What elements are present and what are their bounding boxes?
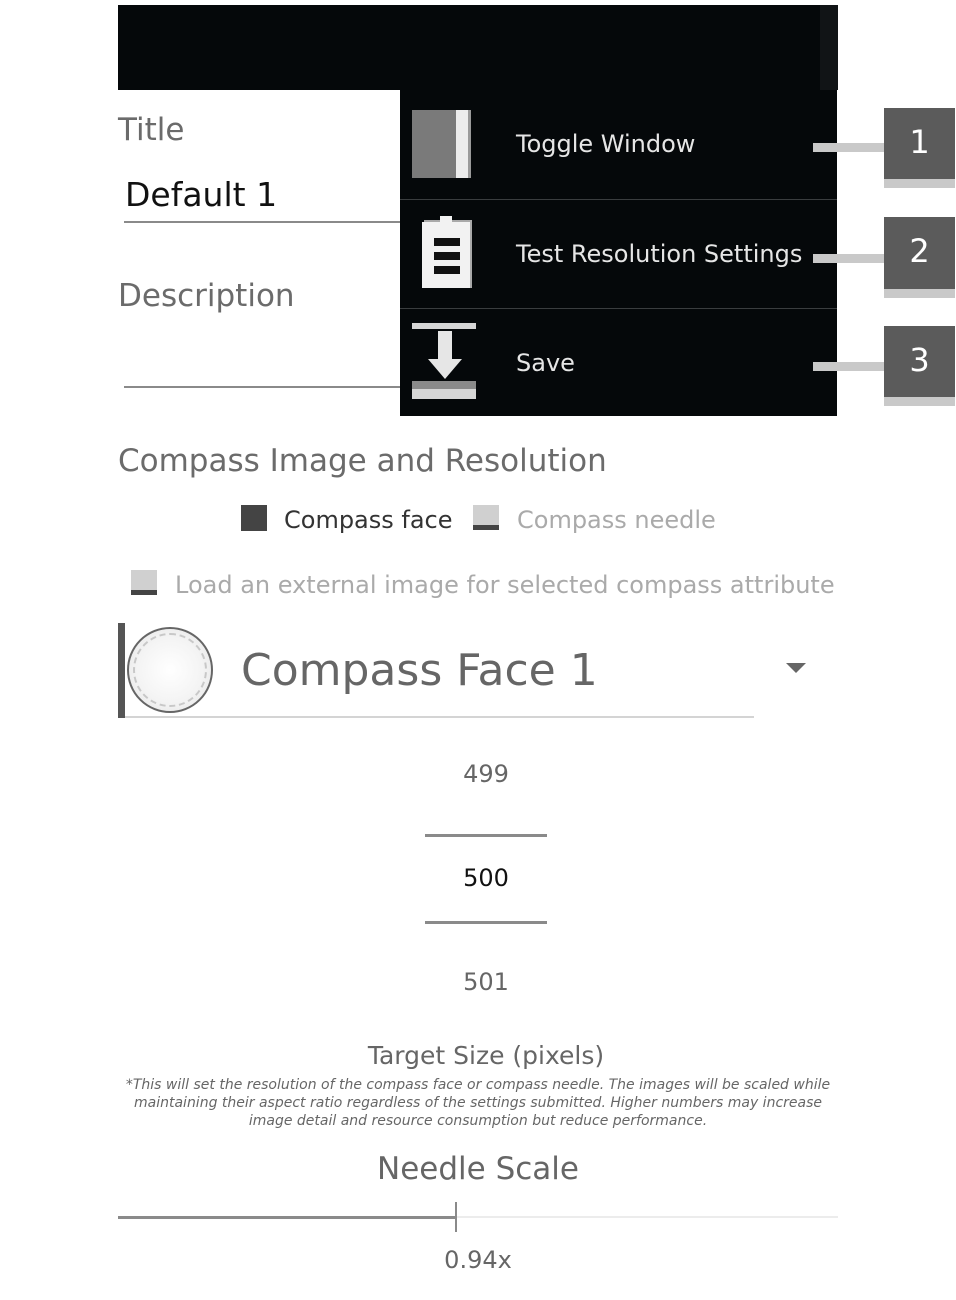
callout-shadow (884, 397, 955, 406)
slider-fill (118, 1216, 456, 1219)
needle-scale-label: Needle Scale (377, 1151, 579, 1187)
checkbox-unchecked-icon (131, 570, 157, 595)
radio-unselected-icon (473, 505, 499, 530)
menu-item-save[interactable]: Save (400, 309, 837, 417)
callout-badge: 1 (884, 108, 955, 180)
description-input[interactable] (124, 330, 400, 386)
external-image-label: Load an external image for selected comp… (175, 571, 835, 599)
callout-shadow (884, 179, 955, 188)
menu-item-label: Save (516, 349, 575, 377)
spinner-underline (125, 716, 754, 718)
external-image-checkbox[interactable] (131, 570, 157, 600)
resolution-note: *This will set the resolution of the com… (125, 1077, 831, 1129)
action-bar (118, 5, 838, 90)
menu-item-label: Test Resolution Settings (516, 240, 803, 268)
download-save-icon (410, 321, 478, 399)
action-bar-scroll-indicator (820, 5, 838, 90)
window-toggle-icon (410, 108, 478, 180)
number-picker-next[interactable]: 501 (421, 968, 551, 996)
overflow-menu: Toggle Window Test Resolution Settings S… (400, 90, 837, 416)
compass-face-radio[interactable] (241, 505, 267, 535)
compass-section-title: Compass Image and Resolution (118, 443, 607, 479)
compass-face-thumbnail (127, 627, 213, 713)
needle-scale-slider[interactable] (118, 1200, 838, 1234)
target-size-label: Target Size (pixels) (367, 1041, 605, 1070)
menu-item-toggle-window[interactable]: Toggle Window (400, 90, 837, 198)
callout-connector (813, 254, 884, 263)
title-input-underline (124, 221, 400, 223)
dropdown-arrow-icon[interactable] (784, 660, 808, 679)
slider-thumb[interactable] (455, 1202, 457, 1232)
callout-connector (813, 362, 884, 371)
compass-face-label[interactable]: Compass face (284, 506, 453, 534)
needle-scale-value: 0.94x (444, 1246, 512, 1274)
number-picker-prev[interactable]: 499 (421, 760, 551, 788)
number-picker-divider (425, 834, 547, 837)
callout-badge: 2 (884, 217, 955, 289)
menu-item-test-resolution[interactable]: Test Resolution Settings (400, 200, 837, 308)
compass-face-spinner[interactable]: Compass Face 1 (241, 645, 598, 696)
compass-needle-radio[interactable] (473, 505, 499, 535)
number-picker-current[interactable]: 500 (421, 864, 551, 892)
description-label: Description (118, 278, 295, 314)
callout-shadow (884, 289, 955, 298)
compass-needle-label[interactable]: Compass needle (517, 506, 716, 534)
title-label: Title (118, 112, 185, 148)
menu-item-label: Toggle Window (516, 130, 696, 158)
callout-connector (813, 143, 884, 152)
radio-selected-icon (241, 505, 267, 531)
number-picker-divider (425, 921, 547, 924)
title-input[interactable]: Default 1 (125, 175, 277, 214)
callout-badge: 3 (884, 326, 955, 398)
description-input-underline (124, 386, 400, 388)
clipboard-icon (410, 216, 478, 288)
spinner-accent-bar (118, 623, 125, 718)
